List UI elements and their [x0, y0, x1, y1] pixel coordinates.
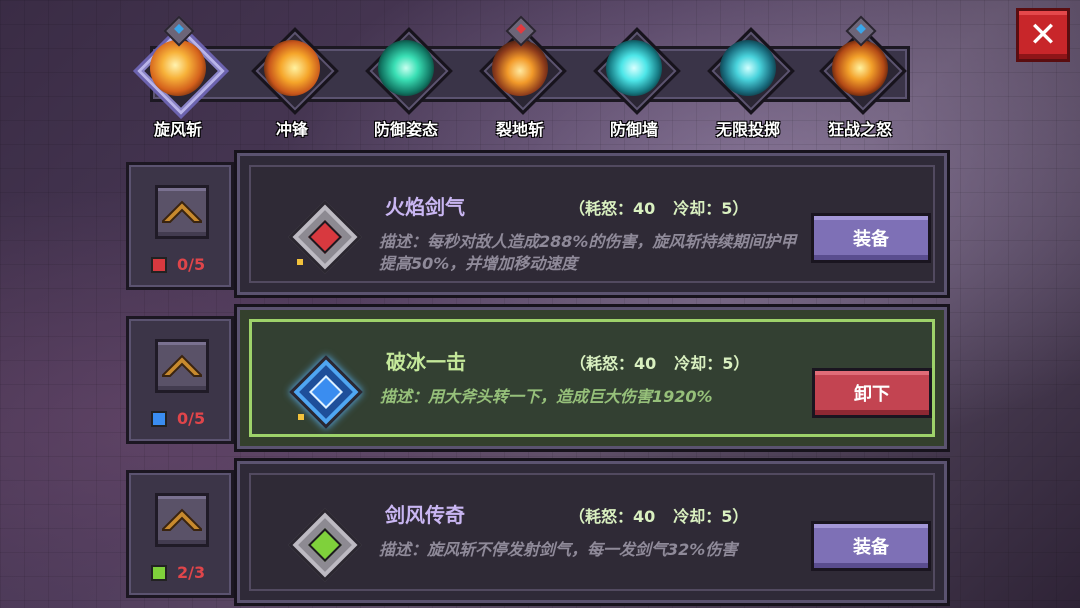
level-count: 2/3 [177, 563, 206, 582]
upgrade-button[interactable] [155, 339, 209, 393]
upgrade-panel: 2/3 [126, 470, 234, 598]
rune-dot [298, 414, 304, 420]
tab-label: 防御姿态 [373, 120, 438, 139]
rage-cost: （耗怒：40 [569, 199, 656, 218]
skill-name: 剑风传奇 [385, 503, 465, 527]
charge-icon [264, 40, 320, 96]
level-info: 2/3 [151, 563, 205, 582]
skill-description: 描述：旋风斩不停发射剑气，每一发剑气32%伤害 [379, 540, 738, 559]
tab-label: 冲锋 [275, 120, 308, 139]
skill-cost: （耗怒：40 冷却：5） [570, 350, 767, 374]
rage-cost: （耗怒：40 [569, 507, 656, 526]
rune-icon [287, 199, 362, 274]
skill-name: 火焰剑气 [385, 195, 465, 219]
chevron-up-icon [162, 200, 202, 223]
infinite-throw-icon [720, 40, 776, 96]
skill-card: 火焰剑气 （耗怒：40 冷却：5） 描述：每秒对敌人造成288%的伤害，旋风斩持续… [234, 150, 950, 298]
card-inner: 火焰剑气 （耗怒：40 冷却：5） 描述：每秒对敌人造成288%的伤害，旋风斩持续… [249, 165, 935, 283]
tab-label: 旋风斩 [153, 120, 202, 139]
upgrade-button[interactable] [155, 185, 209, 239]
skill-description: 描述：每秒对敌人造成288%的伤害，旋风斩持续期间护甲提高50%，并增加移动速度 [379, 232, 797, 273]
skill-card: 剑风传奇 （耗怒：40 冷却：5） 描述：旋风斩不停发射剑气，每一发剑气32%伤害… [234, 458, 950, 606]
cooldown: 冷却：5） [673, 199, 749, 218]
tab-charge[interactable]: 冲锋 [242, 27, 342, 140]
tab-label: 无限投掷 [715, 120, 780, 139]
skill-card-selected: 破冰一击 （耗怒：40 冷却：5） 描述：用大斧头转一下，造成巨大伤害1920% … [234, 304, 950, 452]
ground-slam-icon [492, 40, 548, 96]
card-inner: 破冰一击 （耗怒：40 冷却：5） 描述：用大斧头转一下，造成巨大伤害1920% … [249, 319, 935, 437]
skill-cost: （耗怒：40 冷却：5） [569, 195, 766, 219]
rune-level-icon [151, 256, 167, 273]
rune-dot [297, 259, 303, 265]
rune-icon [287, 507, 362, 582]
level-count: 0/5 [177, 409, 206, 428]
rune-level-icon [151, 410, 167, 427]
cooldown: 冷却：5） [674, 354, 750, 373]
rune-icon [288, 354, 363, 429]
tab-defense-wall[interactable]: 防御墙 [584, 27, 684, 140]
tab-label: 狂战之怒 [827, 120, 892, 139]
close-icon: ✕ [1028, 15, 1058, 55]
level-info: 0/5 [151, 409, 205, 428]
whirlwind-icon [150, 40, 206, 96]
tab-label: 防御墙 [609, 120, 658, 139]
upgrade-button[interactable] [155, 493, 209, 547]
chevron-up-icon [162, 354, 202, 377]
equip-button[interactable]: 装备 [811, 213, 931, 263]
equip-button[interactable]: 装备 [811, 521, 931, 571]
chevron-up-icon [162, 508, 202, 531]
berserker-rage-icon [832, 40, 888, 96]
tab-label: 裂地斩 [495, 120, 544, 139]
close-button[interactable]: ✕ [1016, 8, 1070, 62]
level-info: 0/5 [151, 255, 205, 274]
upgrade-panel: 0/5 [126, 316, 234, 444]
defense-wall-icon [606, 40, 662, 96]
tab-infinite-throw[interactable]: 无限投掷 [698, 27, 798, 140]
card-inner: 剑风传奇 （耗怒：40 冷却：5） 描述：旋风斩不停发射剑气，每一发剑气32%伤害… [249, 473, 935, 591]
skill-cost: （耗怒：40 冷却：5） [569, 503, 766, 527]
upgrade-panel: 0/5 [126, 162, 234, 290]
tab-defense-stance[interactable]: 防御姿态 [356, 27, 456, 140]
cooldown: 冷却：5） [673, 507, 749, 526]
level-count: 0/5 [177, 255, 206, 274]
unequip-button[interactable]: 卸下 [812, 368, 932, 418]
skill-name: 破冰一击 [386, 350, 466, 374]
skill-description: 描述：用大斧头转一下，造成巨大伤害1920% [380, 387, 713, 406]
rune-level-icon [151, 564, 167, 581]
rage-cost: （耗怒：40 [570, 354, 657, 373]
defense-stance-icon [378, 40, 434, 96]
